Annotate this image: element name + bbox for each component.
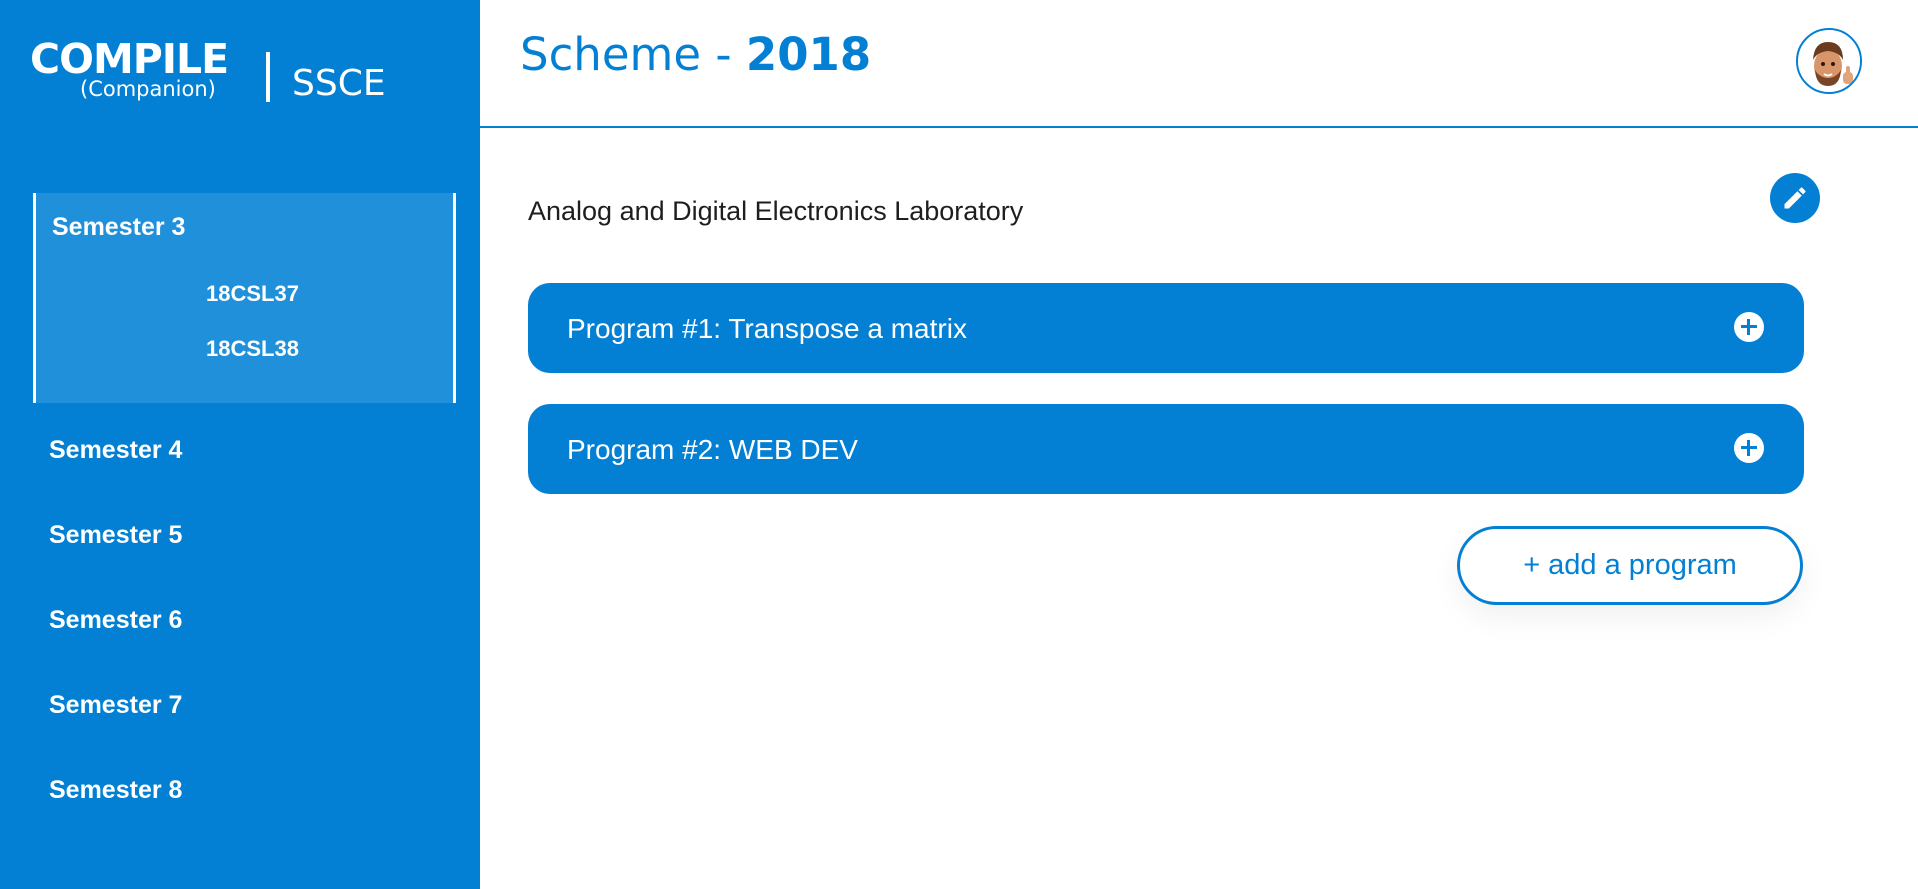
page-header: Scheme - 2018	[480, 0, 1918, 128]
brand-wordmark: COMPILE (Companion)	[30, 36, 245, 108]
page-title-prefix: Scheme -	[520, 28, 746, 81]
program-title: Program #1: Transpose a matrix	[567, 313, 967, 344]
pencil-icon	[1784, 187, 1806, 209]
sidebar-item-semester-4[interactable]: Semester 4	[49, 436, 182, 465]
sidebar-item-semester-8[interactable]: Semester 8	[49, 776, 182, 805]
program-title: Program #2: WEB DEV	[567, 434, 858, 465]
brand-divider	[266, 52, 270, 102]
course-link-18csl38[interactable]: 18CSL38	[206, 336, 299, 362]
add-program-button[interactable]: + add a program	[1457, 526, 1803, 605]
sidebar-item-semester-5[interactable]: Semester 5	[49, 521, 182, 550]
avatar[interactable]	[1796, 28, 1862, 94]
sidebar-item-semester-7[interactable]: Semester 7	[49, 691, 182, 720]
page-title: Scheme - 2018	[520, 28, 871, 81]
plus-circle-icon[interactable]	[1734, 312, 1764, 342]
program-card-2[interactable]: Program #2: WEB DEV	[528, 404, 1804, 494]
sidebar: COMPILE (Companion) SSCE Semester 3 18CS…	[0, 0, 480, 889]
sidebar-item-label[interactable]: Semester 3	[52, 213, 185, 242]
sidebar-item-semester-3[interactable]: Semester 3 18CSL37 18CSL38	[33, 193, 456, 403]
course-link-18csl37[interactable]: 18CSL37	[206, 281, 299, 307]
plus-circle-icon[interactable]	[1734, 433, 1764, 463]
program-card-1[interactable]: Program #1: Transpose a matrix	[528, 283, 1804, 373]
brand-sub: (Companion)	[80, 77, 216, 101]
page-title-year: 2018	[745, 28, 872, 81]
avatar-memoji-icon	[1798, 30, 1860, 92]
brand-org: SSCE	[292, 63, 386, 104]
sidebar-item-semester-6[interactable]: Semester 6	[49, 606, 182, 635]
lab-title: Analog and Digital Electronics Laborator…	[528, 196, 1024, 226]
brand-logo[interactable]: COMPILE (Companion) SSCE	[30, 36, 386, 108]
edit-button[interactable]	[1770, 173, 1820, 223]
